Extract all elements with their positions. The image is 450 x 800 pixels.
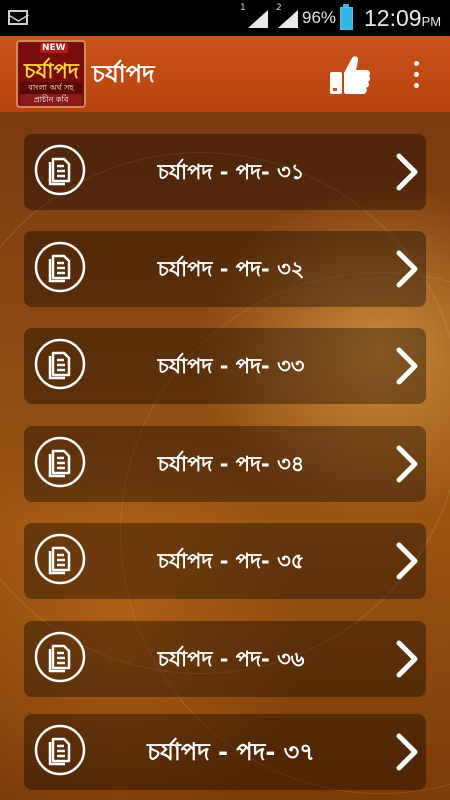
battery-percent: 96% (302, 8, 337, 27)
chevron-right-icon (394, 152, 420, 192)
battery-icon (340, 4, 353, 30)
signal-icon (278, 10, 298, 28)
list-item[interactable]: চর্যাপদ - পদ- ৩৫ (24, 523, 426, 599)
list-item-label: চর্যাপদ - পদ- ৩৬ (157, 647, 305, 671)
menu-dot (414, 61, 419, 66)
menu-dot (414, 83, 419, 88)
chevron-right-icon (394, 346, 420, 386)
clock-time: 12:09 (364, 5, 422, 31)
chevron-right-icon (394, 541, 420, 581)
document-icon (33, 143, 87, 197)
app-bar: NEW চর্যাপদ বাংলা অর্থ সহ প্রাচীন কবি চর… (0, 36, 450, 112)
clock-ampm: PM (421, 14, 442, 29)
list-item-label: চর্যাপদ - পদ- ৩৫ (157, 549, 305, 573)
status-bar: 1 2 96% 12:09PM (0, 0, 450, 36)
content-list: চর্যাপদ - পদ- ৩১ চর্যাপদ - পদ- ৩২ চর্যাপ… (0, 112, 450, 800)
list-item[interactable]: চর্যাপদ - পদ- ৩১ (24, 134, 426, 210)
document-icon (33, 723, 87, 777)
document-icon (33, 435, 87, 489)
clock: 12:09PM (364, 5, 441, 32)
list-item-label: চর্যাপদ - পদ- ৩২ (157, 257, 305, 281)
document-icon (33, 532, 87, 586)
list-item-label: চর্যাপদ - পদ- ৩৪ (157, 452, 305, 476)
thumbs-up-icon[interactable] (326, 52, 372, 98)
chevron-right-icon (394, 444, 420, 484)
document-icon (33, 630, 87, 684)
logo-subtitle-2: প্রাচীন কবি (20, 94, 82, 106)
menu-dot (414, 72, 419, 77)
list-item-label: চর্যাপদ - পদ- ৩৭ (147, 738, 315, 766)
logo-new-badge: NEW (40, 43, 68, 53)
list-item[interactable]: চর্যাপদ - পদ- ৩২ (24, 231, 426, 307)
overflow-menu-icon[interactable] (404, 56, 428, 92)
chevron-right-icon (394, 732, 420, 772)
list-item[interactable]: চর্যাপদ - পদ- ৩৪ (24, 426, 426, 502)
chevron-right-icon (394, 639, 420, 679)
document-icon (33, 337, 87, 391)
list-item-label: চর্যাপদ - পদ- ৩৩ (157, 354, 305, 378)
list-item[interactable]: চর্যাপদ - পদ- ৩৬ (24, 621, 426, 697)
sim1-label: 1 (240, 3, 246, 13)
chevron-right-icon (394, 249, 420, 289)
signal-icon (248, 10, 268, 28)
list-item[interactable]: চর্যাপদ - পদ- ৩৭ (24, 714, 426, 790)
document-icon (33, 240, 87, 294)
list-item[interactable]: চর্যাপদ - পদ- ৩৩ (24, 328, 426, 404)
mail-icon (8, 10, 28, 25)
list-item-label: চর্যাপদ - পদ- ৩১ (157, 160, 305, 184)
app-title: চর্যাপদ (92, 60, 155, 88)
app-logo[interactable]: NEW চর্যাপদ বাংলা অর্থ সহ প্রাচীন কবি (16, 40, 86, 108)
